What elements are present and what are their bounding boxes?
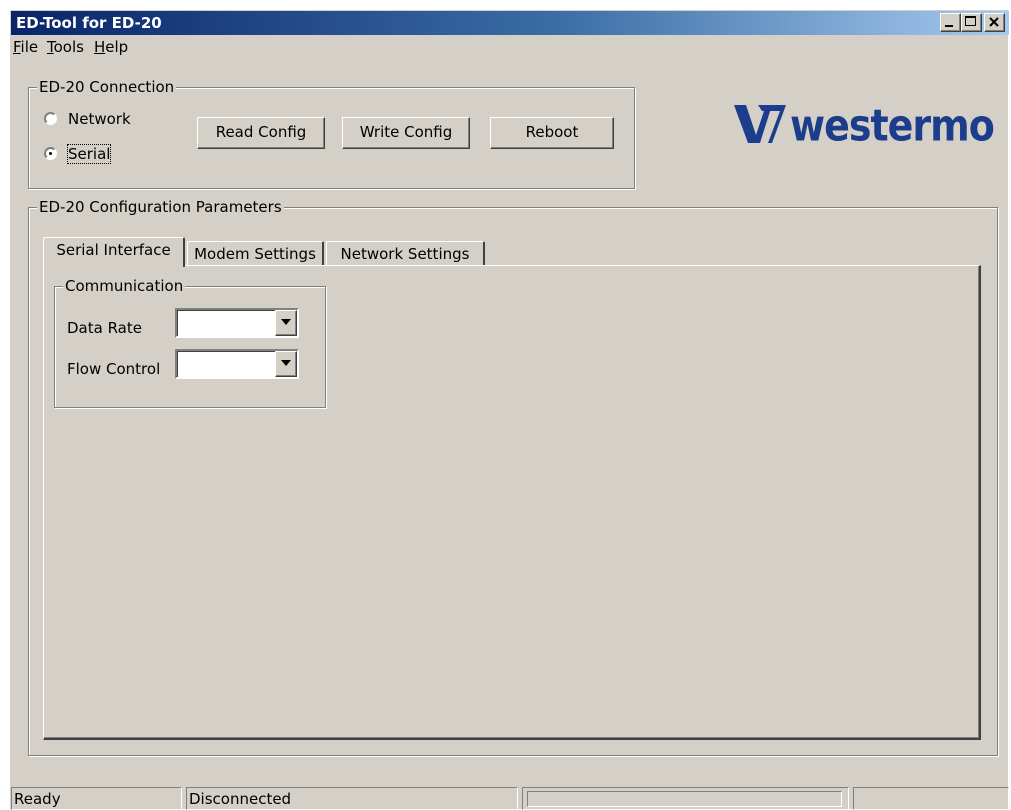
chevron-down-icon xyxy=(281,319,291,325)
minimize-button[interactable] xyxy=(940,13,961,32)
flow-control-select[interactable] xyxy=(175,349,299,379)
radio-serial[interactable]: Serial xyxy=(44,144,164,164)
menu-bar: File Tools Help xyxy=(11,36,1009,58)
caption-buttons xyxy=(937,13,1007,33)
status-pane-extra xyxy=(853,787,1009,810)
write-config-button[interactable]: Write Config xyxy=(342,117,470,149)
window-title: ED-Tool for ED-20 xyxy=(16,14,162,32)
close-icon xyxy=(989,17,999,27)
connection-group: ED-20 Connection Network Serial Read Con… xyxy=(28,78,635,189)
connection-status-text: Disconnected xyxy=(189,790,292,808)
communication-group-label: Communication xyxy=(63,277,186,295)
read-config-button[interactable]: Read Config xyxy=(197,117,325,149)
radio-serial-circle xyxy=(44,147,57,160)
maximize-icon xyxy=(965,16,976,26)
tab-network-settings[interactable]: Network Settings xyxy=(326,241,485,267)
status-bar: Ready Disconnected xyxy=(11,784,1009,810)
menu-help-label: Help xyxy=(94,38,129,56)
menu-file-label: File xyxy=(13,38,39,56)
data-rate-select[interactable] xyxy=(175,308,299,338)
reboot-button[interactable]: Reboot xyxy=(490,117,614,149)
westermo-logo-text: westermo xyxy=(790,100,995,151)
close-button[interactable] xyxy=(984,13,1005,32)
connection-group-label: ED-20 Connection xyxy=(37,78,177,96)
progress-bar xyxy=(527,791,842,807)
maximize-button[interactable] xyxy=(961,13,982,32)
status-pane-connection: Disconnected xyxy=(186,787,518,810)
tab-modem-settings[interactable]: Modem Settings xyxy=(187,241,324,267)
app-window: ED-Tool for ED-20 File Tools Help ED-20 … xyxy=(10,10,1009,810)
menu-tools[interactable]: Tools xyxy=(47,38,84,56)
communication-group: Communication Data Rate Flow Control xyxy=(54,277,326,408)
menu-file[interactable]: File xyxy=(13,38,38,56)
radio-selected-dot xyxy=(49,152,52,155)
flow-control-dropdown-button[interactable] xyxy=(275,351,297,377)
data-rate-dropdown-button[interactable] xyxy=(275,310,297,336)
radio-serial-label: Serial xyxy=(66,144,112,164)
radio-network-label: Network xyxy=(68,110,131,128)
radio-network-circle xyxy=(44,112,57,125)
minimize-icon xyxy=(945,25,953,27)
menu-help[interactable]: Help xyxy=(94,38,128,56)
status-pane-progress xyxy=(522,787,849,810)
chevron-down-icon xyxy=(281,360,291,366)
tab-serial-interface[interactable]: Serial Interface xyxy=(43,237,185,267)
westermo-logo-mark xyxy=(734,105,786,143)
flow-control-label: Flow Control xyxy=(67,360,161,378)
westermo-logo: westermo xyxy=(732,100,995,151)
data-rate-label: Data Rate xyxy=(67,319,142,337)
status-pane-state: Ready xyxy=(11,787,182,810)
radio-network[interactable]: Network xyxy=(44,110,164,128)
config-group-label: ED-20 Configuration Parameters xyxy=(37,198,284,216)
status-text: Ready xyxy=(14,790,61,808)
menu-tools-label: Tools xyxy=(47,38,84,56)
serial-interface-panel: Communication Data Rate Flow Control xyxy=(43,265,981,740)
title-bar[interactable]: ED-Tool for ED-20 xyxy=(11,11,1009,35)
